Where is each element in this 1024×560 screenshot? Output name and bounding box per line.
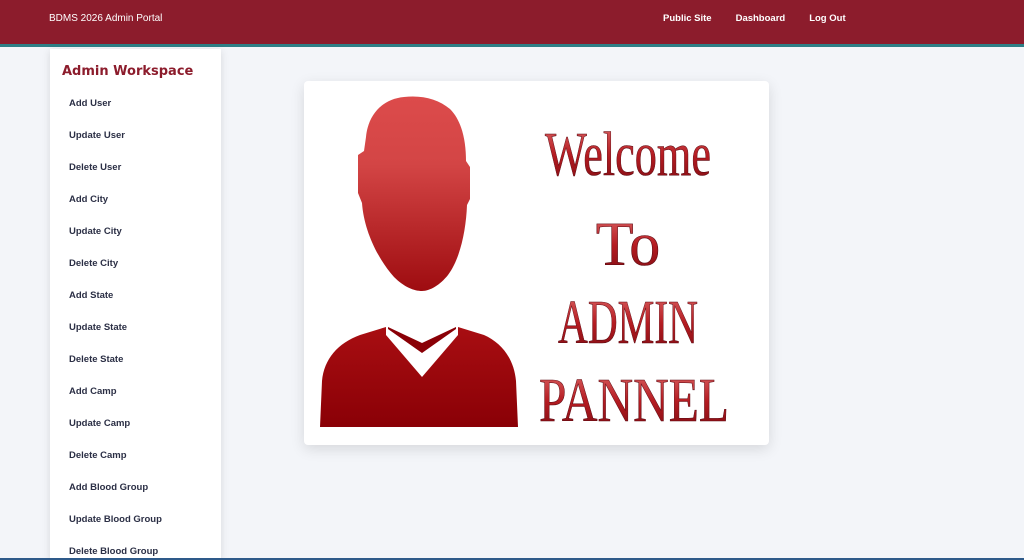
brand-title[interactable]: BDMS 2026 Admin Portal [49,13,162,25]
nav-public-site[interactable]: Public Site [663,13,712,25]
sidebar-item-add-user[interactable]: Add User [50,98,221,130]
sidebar-item-add-city[interactable]: Add City [50,194,221,226]
sidebar-item-add-blood-group[interactable]: Add Blood Group [50,482,221,514]
welcome-banner-image: Welcome To ADMIN PANNEL [320,96,730,436]
sidebar-item-delete-user[interactable]: Delete User [50,162,221,194]
sidebar-item-update-state[interactable]: Update State [50,322,221,354]
sidebar-item-add-camp[interactable]: Add Camp [50,386,221,418]
nav-log-out[interactable]: Log Out [809,13,845,25]
sidebar-item-update-user[interactable]: Update User [50,130,221,162]
sidebar-menu: Add User Update User Delete User Add Cit… [50,98,221,560]
welcome-line-2: To [596,211,661,279]
sidebar-item-delete-state[interactable]: Delete State [50,354,221,386]
top-nav: Public Site Dashboard Log Out [663,13,870,25]
welcome-line-3: ADMIN [558,289,698,357]
sidebar-title: Admin Workspace [62,64,194,79]
welcome-line-4: PANNEL [539,367,729,435]
top-navbar: BDMS 2026 Admin Portal Public Site Dashb… [0,0,1024,47]
sidebar-item-delete-camp[interactable]: Delete Camp [50,450,221,482]
sidebar-item-add-state[interactable]: Add State [50,290,221,322]
welcome-banner-card: Welcome To ADMIN PANNEL [304,81,769,445]
sidebar-item-update-city[interactable]: Update City [50,226,221,258]
nav-dashboard[interactable]: Dashboard [736,13,786,25]
user-silhouette-icon [320,96,518,427]
welcome-text: Welcome To ADMIN PANNEL [539,121,730,436]
welcome-line-1: Welcome [545,121,711,189]
sidebar-item-update-blood-group[interactable]: Update Blood Group [50,514,221,546]
sidebar-item-update-camp[interactable]: Update Camp [50,418,221,450]
sidebar-item-delete-city[interactable]: Delete City [50,258,221,290]
admin-sidebar: Admin Workspace Add User Update User Del… [50,49,221,560]
